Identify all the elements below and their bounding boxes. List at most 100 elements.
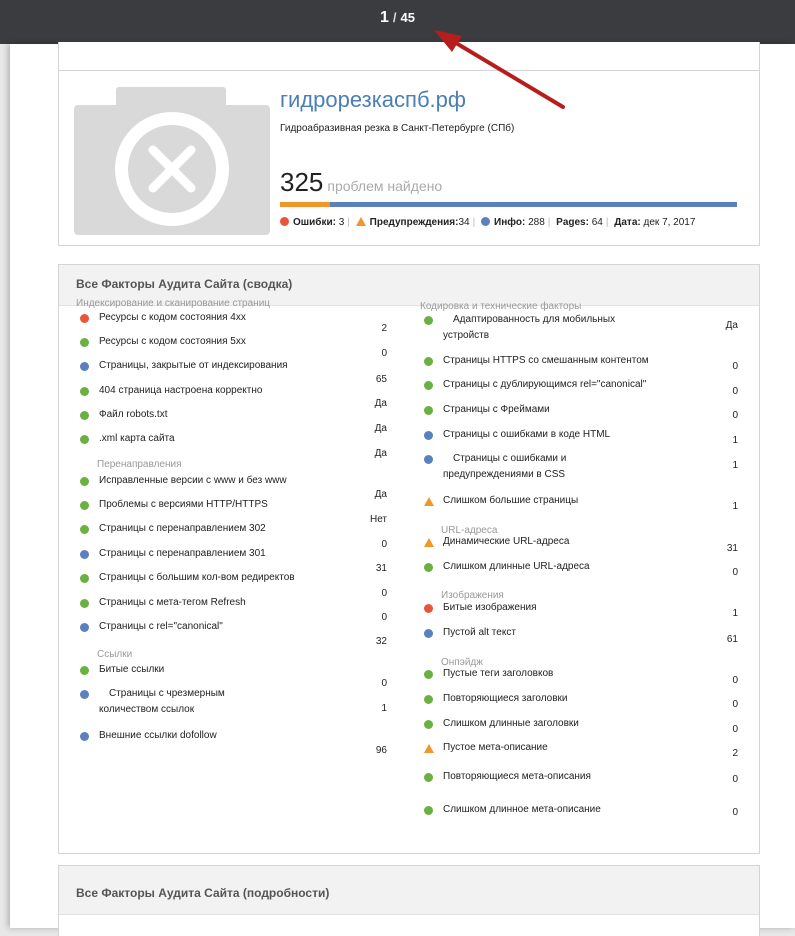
section-title: Ссылки xyxy=(97,649,133,660)
warning-icon xyxy=(424,497,434,506)
audit-stats-line: Ошибки: 3 | Предупреждения:34 | Инфо: 288 |… xyxy=(280,217,695,228)
check-icon xyxy=(424,406,433,415)
audit-factor-label[interactable]: Файл robots.txt xyxy=(99,407,349,423)
audit-factor-label[interactable]: Страницы с Фреймами xyxy=(443,402,703,418)
audit-factor-label[interactable]: Адаптированность для мобильных устройств xyxy=(443,312,618,344)
audit-factor-label[interactable]: Пустые теги заголовков xyxy=(443,666,703,682)
audit-factor-value: Да xyxy=(725,320,738,331)
check-icon xyxy=(80,435,89,444)
audit-factor-value: 1 xyxy=(381,703,387,714)
warning-icon xyxy=(424,538,434,547)
audit-factor-label[interactable]: Повторяющиеся мета-описания xyxy=(443,769,703,785)
check-icon xyxy=(424,316,433,325)
error-icon xyxy=(424,604,433,613)
check-icon xyxy=(80,666,89,675)
audit-factor-value: 0 xyxy=(732,675,738,686)
audit-details-panel: Все Факторы Аудита Сайта (подробности) xyxy=(58,865,760,936)
warning-icon xyxy=(355,217,366,226)
section-title: Индексирование и сканирование страниц xyxy=(76,298,271,309)
audit-factor-value: 0 xyxy=(732,807,738,818)
warnings-count: 34 xyxy=(458,217,470,228)
audit-factor-label[interactable]: Слишком длинные заголовки xyxy=(443,716,703,732)
audit-factor-label[interactable]: Динамические URL-адреса xyxy=(443,534,703,550)
details-title: Все Факторы Аудита Сайта (подробности) xyxy=(76,886,330,900)
check-icon xyxy=(80,477,89,486)
audit-factor-value: 1 xyxy=(732,608,738,619)
problems-count: 325 xyxy=(280,167,324,197)
problems-found: 325 проблем найдено xyxy=(280,167,442,198)
audit-factor-label[interactable]: Страницы с rel="canonical" xyxy=(99,619,349,635)
report-page: гидрорезкаспб.рф Гидроабразивная резка в… xyxy=(10,42,795,936)
audit-factor-label[interactable]: Проблемы с версиями HTTP/HTTPS xyxy=(99,497,349,513)
info-icon xyxy=(80,362,89,371)
check-icon xyxy=(424,381,433,390)
audit-factor-label[interactable]: Битые ссылки xyxy=(99,662,349,678)
audit-factor-label[interactable]: Страницы с чрезмерным количеством ссылок xyxy=(99,686,274,718)
warning-icon xyxy=(424,744,434,753)
audit-factor-label[interactable]: Страницы с ошибками и предупреждениями в… xyxy=(443,451,618,483)
check-icon xyxy=(424,773,433,782)
red-arrow-annotation xyxy=(434,30,565,109)
audit-factor-label[interactable]: Повторяющиеся заголовки xyxy=(443,691,703,707)
check-icon xyxy=(80,574,89,583)
audit-factor-value: 65 xyxy=(375,374,387,385)
check-icon xyxy=(424,670,433,679)
audit-factor-label[interactable]: Пустое мета-описание xyxy=(443,740,703,756)
audit-factor-value: Нет xyxy=(369,514,387,525)
problems-progress-fill xyxy=(280,202,331,207)
audit-factor-label[interactable]: Ресурсы с кодом состояния 5xx xyxy=(99,334,349,350)
audit-factor-value: 1 xyxy=(732,501,738,512)
info-icon xyxy=(424,455,433,464)
audit-factor-label[interactable]: Страницы с дублирующимся rel="canonical" xyxy=(443,377,703,393)
audit-factor-label[interactable]: Слишком большие страницы xyxy=(443,493,703,509)
info-icon xyxy=(424,629,433,638)
audit-factor-value: 0 xyxy=(732,774,738,785)
error-icon xyxy=(80,314,89,323)
check-icon xyxy=(424,806,433,815)
audit-factor-label[interactable]: Слишком длинное мета-описание xyxy=(443,802,703,818)
audit-factor-value: 96 xyxy=(375,745,387,756)
problems-progress-bar xyxy=(280,202,737,207)
audit-factor-value: 1 xyxy=(732,435,738,446)
pages-count: 64 xyxy=(591,217,603,228)
info-icon xyxy=(80,623,89,632)
audit-factor-label[interactable]: Ресурсы с кодом состояния 4xx xyxy=(99,310,349,326)
audit-factor-value: 31 xyxy=(375,563,387,574)
info-icon xyxy=(424,431,433,440)
check-icon xyxy=(80,501,89,510)
audit-factor-value: 0 xyxy=(732,699,738,710)
audit-factor-label[interactable]: .xml карта сайта xyxy=(99,431,349,447)
audit-factor-label[interactable]: Страницы с перенаправлением 302 xyxy=(99,521,349,537)
section-title: Кодировка и технические факторы xyxy=(420,301,582,312)
audit-factor-value: 31 xyxy=(726,543,738,554)
check-icon xyxy=(424,357,433,366)
audit-factor-value: 2 xyxy=(732,748,738,759)
audit-factor-label[interactable]: Исправленные версии с www и без www xyxy=(99,473,349,489)
audit-factor-label[interactable]: Страницы с мета-тегом Refresh xyxy=(99,595,349,611)
audit-factor-label[interactable]: Слишком длинные URL-адреса xyxy=(443,559,703,575)
audit-summary-panel: Все Факторы Аудита Сайта (сводка) Индекс… xyxy=(58,264,760,854)
audit-factor-value: 0 xyxy=(381,348,387,359)
audit-factor-label[interactable]: Пустой alt текст xyxy=(443,625,703,641)
audit-factor-value: 0 xyxy=(381,588,387,599)
audit-factor-value: 61 xyxy=(726,634,738,645)
check-icon xyxy=(80,599,89,608)
audit-factor-label[interactable]: Страницы с перенаправлением 301 xyxy=(99,546,349,562)
audit-factor-label[interactable]: Внешние ссылки dofollow xyxy=(99,728,349,744)
audit-factor-value: 32 xyxy=(375,636,387,647)
audit-factor-label[interactable]: Страницы, закрытые от индексирования xyxy=(99,358,349,374)
audit-factor-value: 1 xyxy=(732,460,738,471)
audit-factor-label[interactable]: Страницы с большим кол-вом редиректов xyxy=(99,570,349,586)
check-icon xyxy=(80,338,89,347)
audit-factor-value: Да xyxy=(374,398,387,409)
audit-factor-label[interactable]: Страницы с ошибками в коде HTML xyxy=(443,427,703,443)
audit-factor-value: 0 xyxy=(732,410,738,421)
audit-factor-value: Да xyxy=(374,489,387,500)
audit-date: дек 7, 2017 xyxy=(643,217,696,228)
audit-factor-label[interactable]: Страницы HTTPS со смешанным контентом xyxy=(443,353,703,369)
error-icon xyxy=(280,217,289,226)
audit-factor-label[interactable]: Битые изображения xyxy=(443,600,703,616)
audit-factor-label[interactable]: 404 страница настроена корректно xyxy=(99,383,349,399)
problems-label: проблем найдено xyxy=(327,178,443,194)
audit-factor-value: 0 xyxy=(381,612,387,623)
